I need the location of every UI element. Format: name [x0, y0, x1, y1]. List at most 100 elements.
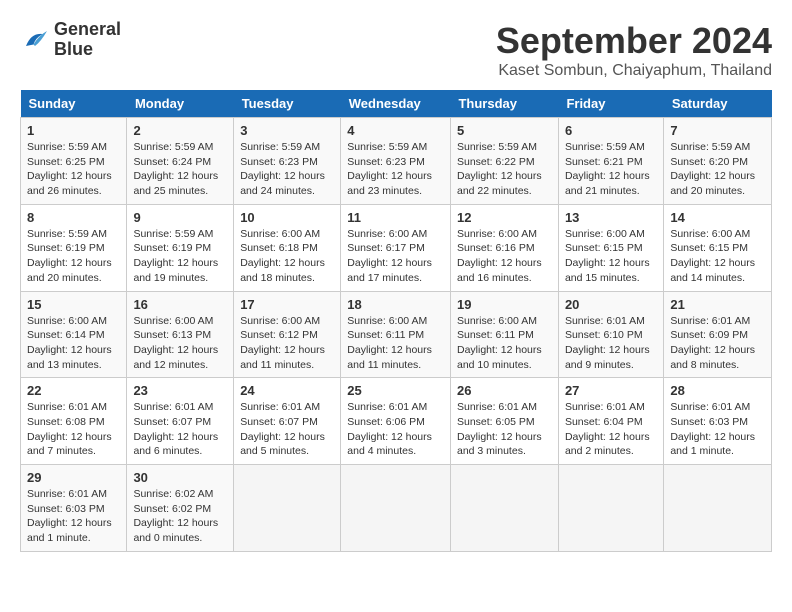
calendar-cell: 22 Sunrise: 6:01 AM Sunset: 6:08 PM Dayl… — [21, 378, 127, 465]
calendar-week-1: 1 Sunrise: 5:59 AM Sunset: 6:25 PM Dayli… — [21, 118, 772, 205]
day-number: 8 — [27, 210, 120, 225]
header-friday: Friday — [558, 90, 663, 118]
day-number: 4 — [347, 123, 444, 138]
day-info: Sunrise: 6:00 AM Sunset: 6:14 PM Dayligh… — [27, 314, 120, 373]
calendar-cell: 1 Sunrise: 5:59 AM Sunset: 6:25 PM Dayli… — [21, 118, 127, 205]
calendar-header-row: SundayMondayTuesdayWednesdayThursdayFrid… — [21, 90, 772, 118]
day-info: Sunrise: 6:00 AM Sunset: 6:16 PM Dayligh… — [457, 227, 552, 286]
calendar-cell — [341, 465, 451, 552]
day-info: Sunrise: 5:59 AM Sunset: 6:21 PM Dayligh… — [565, 140, 657, 199]
day-info: Sunrise: 6:01 AM Sunset: 6:05 PM Dayligh… — [457, 400, 552, 459]
day-info: Sunrise: 6:00 AM Sunset: 6:18 PM Dayligh… — [240, 227, 334, 286]
calendar-cell: 3 Sunrise: 5:59 AM Sunset: 6:23 PM Dayli… — [234, 118, 341, 205]
day-number: 18 — [347, 297, 444, 312]
day-info: Sunrise: 5:59 AM Sunset: 6:25 PM Dayligh… — [27, 140, 120, 199]
day-info: Sunrise: 6:01 AM Sunset: 6:07 PM Dayligh… — [240, 400, 334, 459]
calendar-cell: 23 Sunrise: 6:01 AM Sunset: 6:07 PM Dayl… — [127, 378, 234, 465]
calendar-cell: 13 Sunrise: 6:00 AM Sunset: 6:15 PM Dayl… — [558, 204, 663, 291]
day-info: Sunrise: 6:01 AM Sunset: 6:07 PM Dayligh… — [133, 400, 227, 459]
calendar-cell: 5 Sunrise: 5:59 AM Sunset: 6:22 PM Dayli… — [450, 118, 558, 205]
calendar-cell: 25 Sunrise: 6:01 AM Sunset: 6:06 PM Dayl… — [341, 378, 451, 465]
day-info: Sunrise: 6:00 AM Sunset: 6:11 PM Dayligh… — [457, 314, 552, 373]
calendar-cell — [450, 465, 558, 552]
title-area: September 2024 Kaset Sombun, Chaiyaphum,… — [496, 20, 772, 80]
day-info: Sunrise: 5:59 AM Sunset: 6:24 PM Dayligh… — [133, 140, 227, 199]
calendar-cell: 7 Sunrise: 5:59 AM Sunset: 6:20 PM Dayli… — [664, 118, 772, 205]
calendar-cell: 4 Sunrise: 5:59 AM Sunset: 6:23 PM Dayli… — [341, 118, 451, 205]
day-number: 21 — [670, 297, 765, 312]
logo-text: General Blue — [54, 20, 121, 60]
calendar-week-4: 22 Sunrise: 6:01 AM Sunset: 6:08 PM Dayl… — [21, 378, 772, 465]
calendar-cell: 2 Sunrise: 5:59 AM Sunset: 6:24 PM Dayli… — [127, 118, 234, 205]
day-number: 10 — [240, 210, 334, 225]
header-wednesday: Wednesday — [341, 90, 451, 118]
day-number: 24 — [240, 383, 334, 398]
day-number: 12 — [457, 210, 552, 225]
day-number: 11 — [347, 210, 444, 225]
calendar-cell: 29 Sunrise: 6:01 AM Sunset: 6:03 PM Dayl… — [21, 465, 127, 552]
calendar-cell: 8 Sunrise: 5:59 AM Sunset: 6:19 PM Dayli… — [21, 204, 127, 291]
logo-icon — [20, 25, 50, 55]
day-number: 30 — [133, 470, 227, 485]
calendar-cell: 20 Sunrise: 6:01 AM Sunset: 6:10 PM Dayl… — [558, 291, 663, 378]
day-number: 5 — [457, 123, 552, 138]
calendar-cell: 18 Sunrise: 6:00 AM Sunset: 6:11 PM Dayl… — [341, 291, 451, 378]
calendar-cell: 15 Sunrise: 6:00 AM Sunset: 6:14 PM Dayl… — [21, 291, 127, 378]
day-info: Sunrise: 6:00 AM Sunset: 6:12 PM Dayligh… — [240, 314, 334, 373]
calendar-cell: 28 Sunrise: 6:01 AM Sunset: 6:03 PM Dayl… — [664, 378, 772, 465]
calendar-cell: 11 Sunrise: 6:00 AM Sunset: 6:17 PM Dayl… — [341, 204, 451, 291]
day-number: 25 — [347, 383, 444, 398]
day-info: Sunrise: 6:01 AM Sunset: 6:04 PM Dayligh… — [565, 400, 657, 459]
calendar-cell: 16 Sunrise: 6:00 AM Sunset: 6:13 PM Dayl… — [127, 291, 234, 378]
day-number: 1 — [27, 123, 120, 138]
day-number: 17 — [240, 297, 334, 312]
calendar-week-5: 29 Sunrise: 6:01 AM Sunset: 6:03 PM Dayl… — [21, 465, 772, 552]
day-info: Sunrise: 6:02 AM Sunset: 6:02 PM Dayligh… — [133, 487, 227, 546]
calendar-cell — [558, 465, 663, 552]
calendar-cell: 30 Sunrise: 6:02 AM Sunset: 6:02 PM Dayl… — [127, 465, 234, 552]
day-info: Sunrise: 6:00 AM Sunset: 6:15 PM Dayligh… — [670, 227, 765, 286]
header-saturday: Saturday — [664, 90, 772, 118]
calendar-cell — [234, 465, 341, 552]
calendar-cell: 14 Sunrise: 6:00 AM Sunset: 6:15 PM Dayl… — [664, 204, 772, 291]
day-number: 7 — [670, 123, 765, 138]
header-thursday: Thursday — [450, 90, 558, 118]
calendar-cell: 12 Sunrise: 6:00 AM Sunset: 6:16 PM Dayl… — [450, 204, 558, 291]
day-info: Sunrise: 6:01 AM Sunset: 6:06 PM Dayligh… — [347, 400, 444, 459]
day-info: Sunrise: 5:59 AM Sunset: 6:23 PM Dayligh… — [240, 140, 334, 199]
day-info: Sunrise: 5:59 AM Sunset: 6:19 PM Dayligh… — [27, 227, 120, 286]
day-info: Sunrise: 6:01 AM Sunset: 6:10 PM Dayligh… — [565, 314, 657, 373]
header: General Blue September 2024 Kaset Sombun… — [20, 20, 772, 80]
calendar-cell: 10 Sunrise: 6:00 AM Sunset: 6:18 PM Dayl… — [234, 204, 341, 291]
day-info: Sunrise: 5:59 AM Sunset: 6:22 PM Dayligh… — [457, 140, 552, 199]
calendar-cell: 9 Sunrise: 5:59 AM Sunset: 6:19 PM Dayli… — [127, 204, 234, 291]
day-info: Sunrise: 6:00 AM Sunset: 6:15 PM Dayligh… — [565, 227, 657, 286]
header-monday: Monday — [127, 90, 234, 118]
day-number: 3 — [240, 123, 334, 138]
day-info: Sunrise: 6:01 AM Sunset: 6:08 PM Dayligh… — [27, 400, 120, 459]
calendar-cell: 26 Sunrise: 6:01 AM Sunset: 6:05 PM Dayl… — [450, 378, 558, 465]
day-number: 2 — [133, 123, 227, 138]
day-number: 29 — [27, 470, 120, 485]
day-number: 16 — [133, 297, 227, 312]
calendar-cell: 24 Sunrise: 6:01 AM Sunset: 6:07 PM Dayl… — [234, 378, 341, 465]
day-info: Sunrise: 5:59 AM Sunset: 6:20 PM Dayligh… — [670, 140, 765, 199]
day-number: 14 — [670, 210, 765, 225]
calendar-cell: 21 Sunrise: 6:01 AM Sunset: 6:09 PM Dayl… — [664, 291, 772, 378]
day-info: Sunrise: 5:59 AM Sunset: 6:19 PM Dayligh… — [133, 227, 227, 286]
calendar-cell: 19 Sunrise: 6:00 AM Sunset: 6:11 PM Dayl… — [450, 291, 558, 378]
day-number: 20 — [565, 297, 657, 312]
day-info: Sunrise: 5:59 AM Sunset: 6:23 PM Dayligh… — [347, 140, 444, 199]
day-info: Sunrise: 6:00 AM Sunset: 6:17 PM Dayligh… — [347, 227, 444, 286]
day-number: 22 — [27, 383, 120, 398]
header-sunday: Sunday — [21, 90, 127, 118]
day-number: 19 — [457, 297, 552, 312]
calendar-cell: 6 Sunrise: 5:59 AM Sunset: 6:21 PM Dayli… — [558, 118, 663, 205]
day-info: Sunrise: 6:01 AM Sunset: 6:09 PM Dayligh… — [670, 314, 765, 373]
page-title: September 2024 — [496, 20, 772, 62]
header-tuesday: Tuesday — [234, 90, 341, 118]
day-number: 26 — [457, 383, 552, 398]
day-number: 27 — [565, 383, 657, 398]
day-info: Sunrise: 6:00 AM Sunset: 6:13 PM Dayligh… — [133, 314, 227, 373]
page-subtitle: Kaset Sombun, Chaiyaphum, Thailand — [496, 62, 772, 80]
